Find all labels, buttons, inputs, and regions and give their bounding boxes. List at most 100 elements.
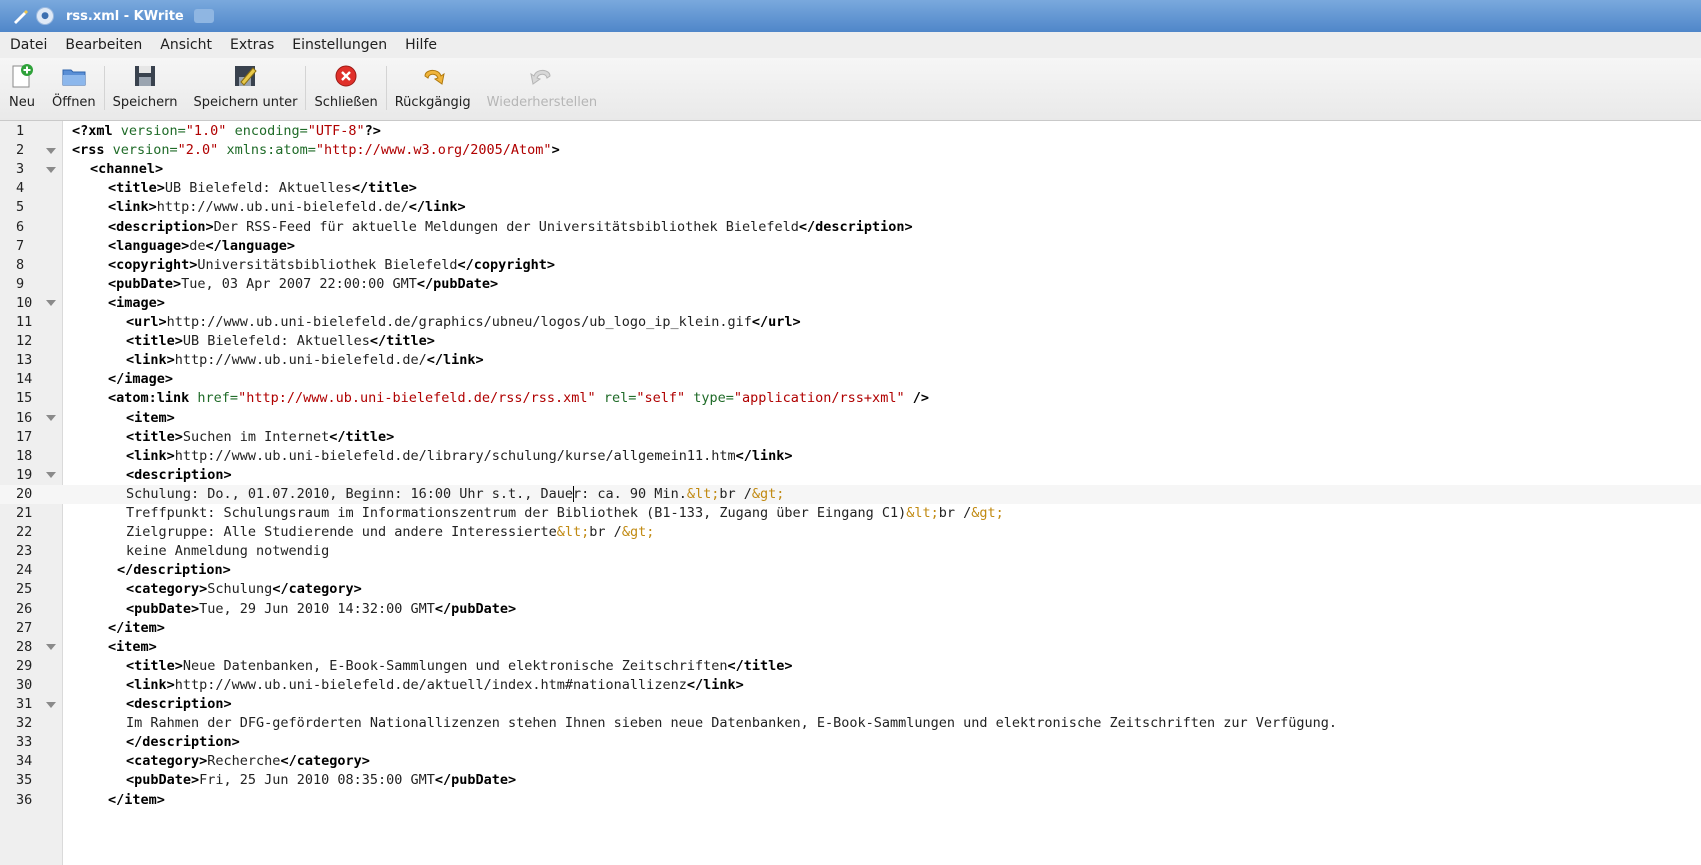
code-token-tag: <language> (108, 237, 190, 254)
code-token-tag: </category> (272, 581, 362, 598)
line-number: 27 (16, 619, 33, 636)
save-button[interactable]: Speichern (105, 58, 186, 116)
kwrite-app-icon[interactable] (12, 8, 28, 24)
editor-line[interactable]: 31 <description> (0, 695, 1701, 714)
editor-line[interactable]: 28 <item> (0, 638, 1701, 657)
code-token-txt: br / (589, 524, 622, 541)
code-token-tag: </title> (369, 333, 435, 350)
new-button[interactable]: Neu (0, 58, 44, 116)
menu-extras[interactable]: Extras (221, 37, 283, 53)
editor-line[interactable]: 9 <pubDate>Tue, 03 Apr 2007 22:00:00 GMT<… (0, 275, 1701, 294)
editor-line[interactable]: 7 <language>de</language> (0, 237, 1701, 256)
line-number: 34 (16, 753, 33, 770)
menu-bearbeiten[interactable]: Bearbeiten (56, 37, 151, 53)
editor-line[interactable]: 6 <description>Der RSS-Feed für aktuelle … (0, 218, 1701, 237)
editor-line[interactable]: 26 <pubDate>Tue, 29 Jun 2010 14:32:00 GMT… (0, 600, 1701, 619)
editor-line[interactable]: 23 keine Anmeldung notwendig (0, 542, 1701, 561)
editor-line[interactable]: 29 <title>Neue Datenbanken, E-Book-Sammlu… (0, 657, 1701, 676)
editor-line[interactable]: 30 <link>http://www.ub.uni-bielefeld.de/a… (0, 676, 1701, 695)
save-as-button-label: Speichern unter (193, 95, 298, 110)
window-menu-icon[interactable]: ● (36, 7, 54, 25)
code-token-ent: &gt; (621, 524, 655, 541)
code-token-ent: &gt; (751, 485, 785, 502)
code-token-tag: <link> (108, 199, 157, 216)
editor-line[interactable]: 20 Schulung: Do., 01.07.2010, Beginn: 16:… (0, 484, 1701, 504)
save-disk-icon (135, 66, 156, 86)
editor-line[interactable]: 2 <rss version="2.0" xmlns:atom="http://w… (0, 141, 1701, 160)
redo-button[interactable]: Wiederherstellen (479, 58, 605, 116)
editor-line[interactable]: 22 Zielgruppe: Alle Studierende und ander… (0, 523, 1701, 542)
fold-toggle-icon[interactable] (46, 644, 56, 651)
code-token-tag: </link> (426, 352, 484, 369)
fold-toggle-icon[interactable] (46, 415, 56, 422)
editor-line[interactable]: 34 <category>Recherche</category> (0, 752, 1701, 771)
code-text: <url>http://www.ub.uni-bielefeld.de/grap… (126, 313, 801, 332)
editor-line[interactable]: 11 <url>http://www.ub.uni-bielefeld.de/gr… (0, 313, 1701, 332)
save-as-button[interactable]: Speichern unter (186, 58, 306, 116)
redo-icon (530, 69, 551, 85)
code-token-tag: <category> (126, 581, 208, 598)
editor-line[interactable]: 4 <title>UB Bielefeld: Aktuelles</title> (0, 179, 1701, 198)
line-number: 23 (16, 543, 33, 560)
code-token-tag: <url> (126, 314, 167, 330)
code-token-tag: </item> (108, 619, 165, 636)
open-button[interactable]: Öffnen (44, 58, 104, 116)
editor-line[interactable]: 21 Treffpunkt: Schulungsraum im Informati… (0, 504, 1701, 523)
editor-line[interactable]: 3 <channel> (0, 160, 1701, 179)
menu-ansicht[interactable]: Ansicht (151, 37, 221, 53)
menu-hilfe[interactable]: Hilfe (396, 37, 446, 53)
code-text: Treffpunkt: Schulungsraum im Information… (126, 504, 1004, 523)
fold-toggle-icon[interactable] (46, 166, 56, 173)
code-token-attr: type= (685, 390, 734, 407)
editor-line[interactable]: 12 <title>UB Bielefeld: Aktuelles</title> (0, 332, 1701, 351)
line-number: 21 (16, 505, 33, 521)
code-token-tag: <link> (126, 676, 175, 693)
editor-area[interactable]: 1 <?xml version="1.0" encoding="UTF-8"?> 2… (0, 121, 1701, 865)
editor-line[interactable]: 24 </description> (0, 561, 1701, 580)
editor-line[interactable]: 5 <link>http://www.ub.uni-bielefeld.de/</… (0, 198, 1701, 217)
code-text: <language>de</language> (108, 237, 295, 256)
line-number: 36 (16, 791, 33, 808)
editor-line[interactable]: 33 </description> (0, 733, 1701, 752)
code-text: keine Anmeldung notwendig (126, 542, 329, 561)
code-token-txt: http://www.ub.uni-bielefeld.de/graphics/… (166, 314, 752, 330)
close-button[interactable]: Schließen (306, 58, 385, 116)
fold-toggle-icon[interactable] (46, 300, 56, 307)
line-number: 5 (16, 199, 25, 216)
line-number: 15 (16, 390, 33, 407)
code-token-attr: version= (104, 142, 178, 159)
line-number: 7 (16, 237, 25, 254)
editor-line[interactable]: 16 <item> (0, 409, 1701, 428)
editor-line[interactable]: 1 <?xml version="1.0" encoding="UTF-8"?> (0, 122, 1701, 141)
code-token-ent: &lt; (686, 485, 720, 502)
undo-button[interactable]: Rückgängig (387, 58, 479, 116)
code-token-val: "2.0" (177, 142, 219, 159)
code-token-tag: <description> (108, 218, 214, 235)
code-token-txt: Im Rahmen der DFG-geförderten Nationalli… (126, 715, 1338, 732)
fold-toggle-icon[interactable] (46, 147, 56, 154)
editor-line[interactable]: 17 <title>Suchen im Internet</title> (0, 428, 1701, 447)
fold-toggle-icon[interactable] (46, 701, 56, 708)
editor-line[interactable]: 25 <category>Schulung</category> (0, 580, 1701, 599)
code-token-tag: <description> (126, 466, 232, 483)
menu-einstellungen[interactable]: Einstellungen (283, 37, 396, 53)
editor-line[interactable]: 10 <image> (0, 294, 1701, 313)
close-button-label: Schließen (314, 95, 378, 110)
window-pin-icon[interactable] (193, 9, 214, 23)
code-text: <pubDate>Tue, 03 Apr 2007 22:00:00 GMT</… (108, 275, 498, 294)
editor-line[interactable]: 35 <pubDate>Fri, 25 Jun 2010 08:35:00 GMT… (0, 771, 1701, 790)
editor-line[interactable]: 15 <atom:link href="http://www.ub.uni-bie… (0, 389, 1701, 408)
editor-line[interactable]: 18 <link>http://www.ub.uni-bielefeld.de/l… (0, 447, 1701, 466)
editor-line[interactable]: 36 </item> (0, 791, 1701, 810)
fold-toggle-icon[interactable] (46, 472, 56, 479)
editor-line[interactable]: 8 <copyright>Universitätsbibliothek Biele… (0, 256, 1701, 275)
menu-datei[interactable]: Datei (0, 37, 56, 53)
editor-line[interactable]: 13 <link>http://www.ub.uni-bielefeld.de/<… (0, 351, 1701, 370)
editor-line[interactable]: 27 </item> (0, 619, 1701, 638)
save-button-label: Speichern (112, 95, 178, 110)
editor-line[interactable]: 14 </image> (0, 370, 1701, 389)
code-token-tag: <item> (108, 638, 157, 655)
code-text: <link>http://www.ub.uni-bielefeld.de/</l… (126, 351, 484, 370)
editor-line[interactable]: 19 <description> (0, 466, 1701, 485)
editor-line[interactable]: 32 Im Rahmen der DFG-geförderten National… (0, 714, 1701, 733)
